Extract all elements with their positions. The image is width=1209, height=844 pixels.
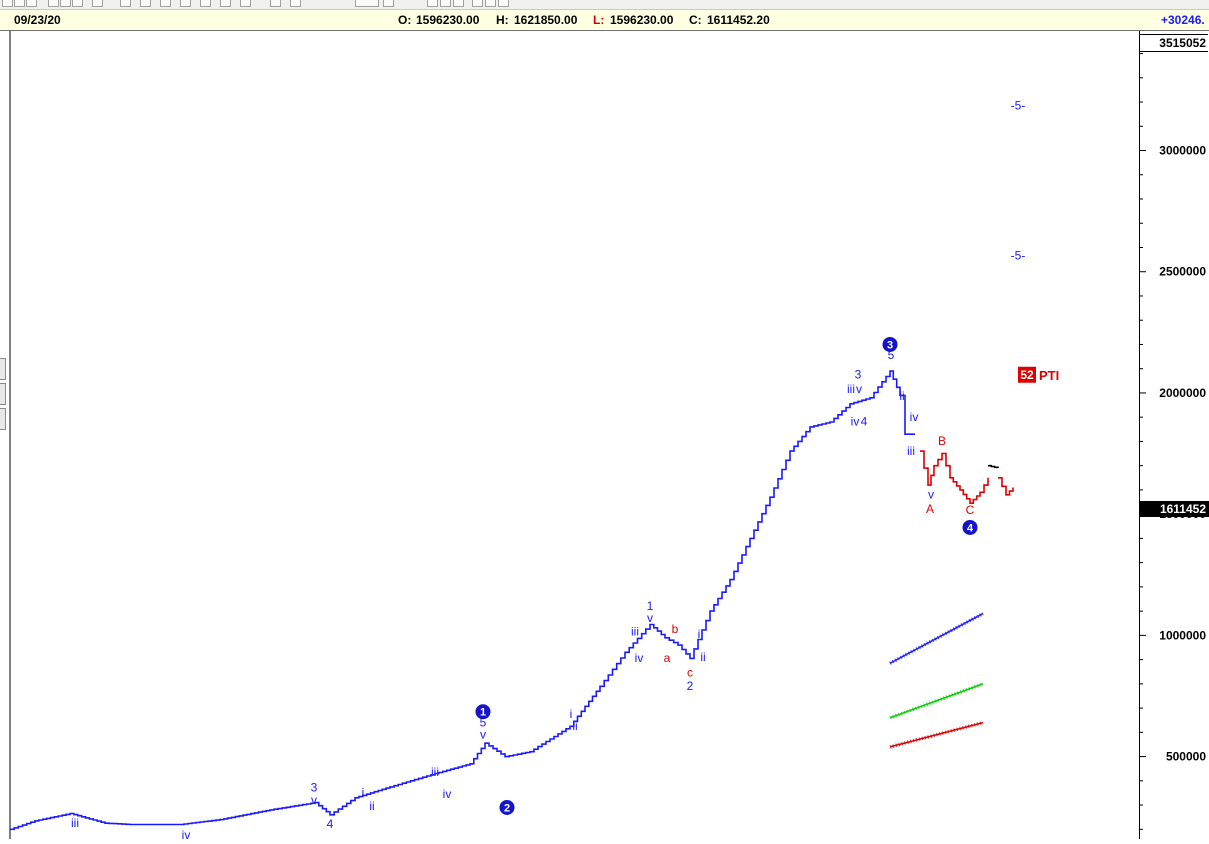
wave-label: v [647, 611, 653, 625]
axis-tick-label: 1000000 [1159, 628, 1206, 642]
wave-circle-number: 2 [504, 802, 510, 814]
target-label: -5- [1011, 249, 1026, 263]
wave-label: i [362, 786, 365, 800]
ohlc-info-bar: 09/23/20 O: 1596230.00 H: 1621850.00 L: … [0, 10, 1209, 31]
wave-label: 2 [687, 679, 694, 693]
toolbar-button[interactable] [26, 0, 37, 7]
wave-circle-number: 3 [887, 339, 893, 351]
last-price-value: 1611452 [1159, 502, 1206, 516]
wave-label: v [856, 382, 862, 396]
toolbar-button[interactable] [72, 0, 83, 7]
wave-label: ii [369, 799, 374, 813]
target-label: -5- [1011, 98, 1026, 112]
toolbar-button[interactable] [290, 0, 301, 7]
high-value: 1621850.00 [514, 13, 578, 27]
toolbar-button[interactable] [485, 0, 496, 7]
wave-label: ii [899, 389, 904, 403]
label-layer: iiiiv3v4iiiiiiiv5viii1viiiiv abc2iii3iii v… [71, 98, 1059, 839]
last-price-marker: 1611452 [1140, 501, 1209, 517]
channel-layer [889, 612, 984, 749]
pti-label: PTI [1039, 368, 1059, 383]
wave-label: ii [572, 719, 577, 733]
wave-label: C [966, 503, 975, 517]
wave-label: iii [431, 765, 439, 779]
series-layer [10, 370, 1014, 831]
toolbar-button[interactable] [355, 0, 379, 7]
price-series-0 [10, 370, 915, 831]
pti-value: 52 [1020, 368, 1034, 382]
bar-date: 09/23/20 [14, 13, 61, 27]
close-value: 1611452.20 [707, 13, 770, 27]
toolbar-button[interactable] [498, 0, 509, 7]
wave-circle-number: 4 [967, 522, 974, 534]
axis-tick-label: 500000 [1166, 750, 1206, 764]
wave-circle-number: 1 [480, 707, 486, 719]
wave-label: a [664, 651, 671, 665]
price-chart[interactable]: iiiiv3v4iiiiiiiv5viii1viiiiv abc2iii3iii v… [0, 31, 1139, 839]
wave-label: iii [907, 444, 915, 458]
axis-tick-label: 2000000 [1159, 386, 1206, 400]
pti-indicator: 52 PTI [1018, 366, 1059, 383]
wave-label: iii [71, 816, 79, 830]
toolbar-button[interactable] [453, 0, 464, 7]
wave-label: A [926, 502, 934, 516]
toolbar-button[interactable] [140, 0, 151, 7]
toolbar-button[interactable] [2, 0, 13, 7]
wave-label: v [311, 793, 317, 807]
wave-label: iv [910, 410, 919, 424]
wave-label: B [938, 434, 946, 448]
toolbar-button[interactable] [383, 0, 394, 7]
top-price-label: 3515052 [1140, 34, 1208, 52]
wave-circle-label: 4 [962, 519, 978, 535]
toolbar-button[interactable] [440, 0, 451, 7]
wave-label: iii [847, 382, 855, 396]
toolbar-button[interactable] [92, 0, 103, 7]
price-axis-svg: 3000000250000020000001500000100000050000… [1140, 53, 1206, 830]
wave-label: 4 [861, 415, 868, 429]
low-label: L: [593, 13, 605, 27]
price-axis: 3000000250000020000001500000100000050000… [1139, 31, 1209, 839]
axis-tick-label: 2500000 [1159, 265, 1206, 279]
open-label: O: [398, 13, 412, 27]
wave-label: c [687, 666, 693, 680]
toolbar-button[interactable] [220, 0, 231, 7]
change-value: +30246. [1161, 13, 1205, 27]
wave-label: iv [851, 415, 860, 429]
wave-label: iv [443, 787, 452, 801]
toolbar-button[interactable] [120, 0, 131, 7]
axis-tick-label: 3000000 [1159, 144, 1206, 158]
toolbar-button[interactable] [160, 0, 171, 7]
wave-label: iii [631, 624, 639, 638]
toolbar-button[interactable] [60, 0, 71, 7]
wave-circle-label: 1 [475, 704, 491, 720]
wave-circle-label: 3 [882, 336, 898, 352]
open-value: 1596230.00 [416, 13, 480, 27]
high-label: H: [496, 13, 509, 27]
top-price-value: 3515052 [1159, 36, 1206, 50]
price-series-2 [988, 464, 999, 469]
wave-label: iv [635, 651, 644, 665]
toolbar-button[interactable] [427, 0, 438, 7]
low-value: 1596230.00 [610, 13, 674, 27]
wave-label: ii [700, 650, 705, 664]
wave-label: 4 [327, 817, 334, 831]
wave-label: v [928, 487, 934, 501]
close-label: C: [689, 13, 702, 27]
toolbar-strip [0, 0, 1209, 10]
toolbar-button[interactable] [180, 0, 191, 7]
wave-circle-label: 2 [499, 799, 515, 815]
price-series-1-b [998, 477, 1014, 496]
toolbar-button[interactable] [200, 0, 211, 7]
wave-label: iv [182, 828, 191, 839]
wave-label: 3 [855, 367, 862, 381]
toolbar-button[interactable] [270, 0, 281, 7]
wave-label: v [480, 727, 486, 741]
toolbar-button[interactable] [14, 0, 25, 7]
wave-label: i [698, 627, 701, 641]
wave-label: b [672, 622, 679, 636]
toolbar-button[interactable] [48, 0, 59, 7]
toolbar-button[interactable] [472, 0, 483, 7]
toolbar-button[interactable] [240, 0, 251, 7]
